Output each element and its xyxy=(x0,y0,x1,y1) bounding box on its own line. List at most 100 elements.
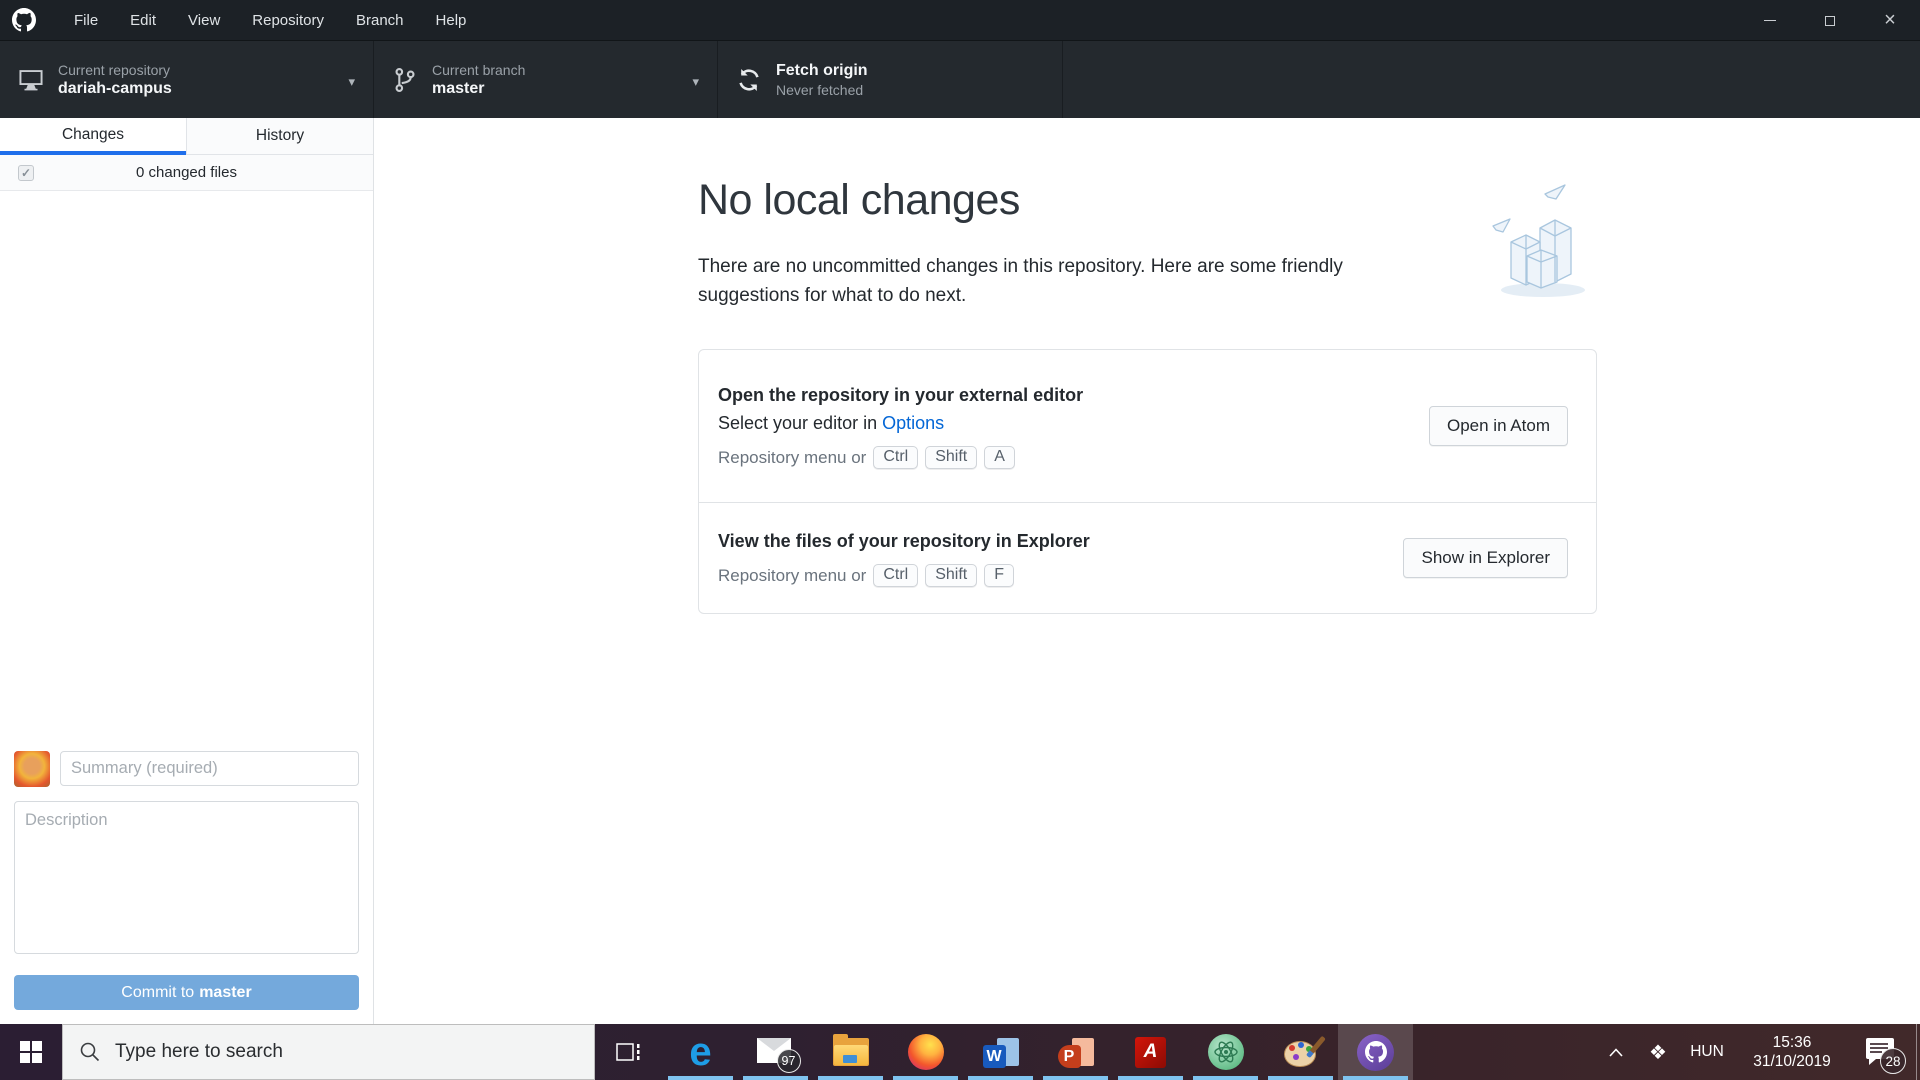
close-button[interactable]: × xyxy=(1860,0,1920,40)
taskbar-search[interactable] xyxy=(62,1024,595,1080)
running-indicator xyxy=(818,1076,883,1080)
atom-icon xyxy=(1207,1034,1244,1070)
tab-history[interactable]: History xyxy=(186,118,373,155)
menu-view[interactable]: View xyxy=(172,0,236,40)
search-input[interactable] xyxy=(115,1041,594,1063)
commit-summary-input[interactable] xyxy=(60,751,359,786)
sidebar-tabs: Changes History xyxy=(0,118,373,155)
minimize-button[interactable] xyxy=(1740,0,1800,40)
close-icon: × xyxy=(1884,9,1896,31)
taskbar-github-desktop[interactable] xyxy=(1338,1024,1413,1080)
taskbar-edge[interactable]: e xyxy=(663,1024,738,1080)
firefox-icon xyxy=(907,1034,944,1070)
taskbar-word[interactable]: W xyxy=(963,1024,1038,1080)
changed-files-row: ✓ 0 changed files xyxy=(0,155,373,191)
dropbox-tray-icon[interactable]: ❖ xyxy=(1638,1024,1678,1080)
powerpoint-icon: P xyxy=(1057,1036,1094,1068)
taskbar-powerpoint[interactable]: P xyxy=(1038,1024,1113,1080)
page-title: No local changes xyxy=(698,176,1020,224)
github-logo-icon xyxy=(12,8,36,32)
current-repository-label: Current repository xyxy=(58,62,171,78)
show-desktop-button[interactable] xyxy=(1916,1024,1917,1080)
taskbar-mail[interactable]: 97 xyxy=(738,1024,813,1080)
action-center-icon: 28 xyxy=(1866,1038,1906,1074)
taskbar-atom[interactable] xyxy=(1188,1024,1263,1080)
commit-button-prefix: Commit to xyxy=(121,983,195,1001)
word-icon: W xyxy=(982,1036,1019,1068)
page-subtitle: There are no uncommitted changes in this… xyxy=(698,256,1343,306)
key-ctrl: Ctrl xyxy=(873,446,919,469)
chevron-up-icon xyxy=(1609,1047,1623,1057)
fetch-origin-button[interactable]: Fetch origin Never fetched xyxy=(718,41,1063,119)
suggestion-title: Open the repository in your external edi… xyxy=(718,385,1084,405)
task-view-button[interactable] xyxy=(595,1024,663,1080)
action-center-button[interactable]: 28 xyxy=(1850,1024,1912,1080)
taskbar-apps: e 97 W P A xyxy=(663,1024,1413,1080)
menu-help[interactable]: Help xyxy=(420,0,483,40)
avatar xyxy=(14,751,50,787)
menu-file[interactable]: File xyxy=(58,0,114,40)
start-button[interactable] xyxy=(0,1024,62,1080)
running-indicator xyxy=(1268,1076,1333,1080)
commit-button-branch: master xyxy=(199,983,252,1001)
current-repository-value: dariah-campus xyxy=(58,80,172,97)
task-view-icon xyxy=(616,1043,640,1061)
minimize-icon xyxy=(1764,19,1776,21)
key-shift: Shift xyxy=(925,446,978,469)
language-indicator[interactable]: HUN xyxy=(1680,1024,1734,1080)
running-indicator xyxy=(1343,1076,1408,1080)
shortcut-hint: Repository menu or xyxy=(718,565,867,585)
mail-badge: 97 xyxy=(776,1049,801,1073)
edge-icon: e xyxy=(689,1030,712,1074)
mail-icon: 97 xyxy=(756,1035,801,1073)
open-in-atom-button[interactable]: Open in Atom xyxy=(1428,406,1568,446)
select-all-checkbox[interactable]: ✓ xyxy=(18,165,34,181)
running-indicator xyxy=(1193,1076,1258,1080)
suggestion-external-editor: Open the repository in your external edi… xyxy=(699,350,1596,503)
changed-files-count: 0 changed files xyxy=(136,164,237,181)
dropbox-icon: ❖ xyxy=(1649,1041,1667,1064)
chevron-down-icon: ▾ xyxy=(692,74,699,89)
taskbar-acrobat[interactable]: A xyxy=(1113,1024,1188,1080)
fetch-origin-label: Fetch origin xyxy=(776,62,868,79)
show-in-explorer-button[interactable]: Show in Explorer xyxy=(1403,538,1568,578)
sync-icon xyxy=(739,68,759,92)
origami-illustration xyxy=(1492,184,1585,297)
menu-branch[interactable]: Branch xyxy=(340,0,420,40)
menu-edit[interactable]: Edit xyxy=(114,0,172,40)
menu-repository[interactable]: Repository xyxy=(236,0,340,40)
running-indicator xyxy=(893,1076,958,1080)
tab-changes[interactable]: Changes xyxy=(0,118,186,155)
running-indicator xyxy=(1118,1076,1183,1080)
clock[interactable]: 15:36 31/10/2019 xyxy=(1736,1024,1848,1080)
current-branch-label: Current branch xyxy=(432,62,526,78)
restore-button[interactable] xyxy=(1800,0,1860,40)
github-desktop-window: File Edit View Repository Branch Help × … xyxy=(0,0,1920,1080)
restore-icon xyxy=(1825,13,1840,26)
git-branch-icon xyxy=(395,68,415,92)
running-indicator xyxy=(968,1076,1033,1080)
suggestion-title: View the files of your repository in Exp… xyxy=(718,531,1090,551)
taskbar: e 97 xyxy=(0,1024,1920,1080)
github-desktop-icon xyxy=(1357,1033,1394,1071)
key-f: F xyxy=(984,564,1015,587)
notification-badge: 28 xyxy=(1880,1048,1906,1074)
running-indicator xyxy=(743,1076,808,1080)
taskbar-paint[interactable] xyxy=(1263,1024,1338,1080)
commit-description-input[interactable] xyxy=(14,801,359,954)
fetch-origin-status: Never fetched xyxy=(776,82,864,98)
titlebar: File Edit View Repository Branch Help × xyxy=(0,0,1920,40)
current-branch-dropdown[interactable]: Current branch master ▾ xyxy=(374,41,718,119)
acrobat-icon: A xyxy=(1135,1036,1166,1068)
taskbar-file-explorer[interactable] xyxy=(813,1024,888,1080)
tray-expand-button[interactable] xyxy=(1596,1024,1636,1080)
taskbar-firefox[interactable] xyxy=(888,1024,963,1080)
file-explorer-icon xyxy=(832,1034,869,1066)
key-ctrl: Ctrl xyxy=(873,564,919,587)
main-content: No local changes There are no uncommitte… xyxy=(374,118,1920,1024)
options-link[interactable]: Options xyxy=(882,413,944,433)
commit-button[interactable]: Commit to master xyxy=(14,975,359,1010)
current-repository-dropdown[interactable]: Current repository dariah-campus ▾ xyxy=(0,41,374,119)
clock-time: 15:36 xyxy=(1772,1034,1812,1051)
suggestions-card: Open the repository in your external edi… xyxy=(698,349,1597,614)
